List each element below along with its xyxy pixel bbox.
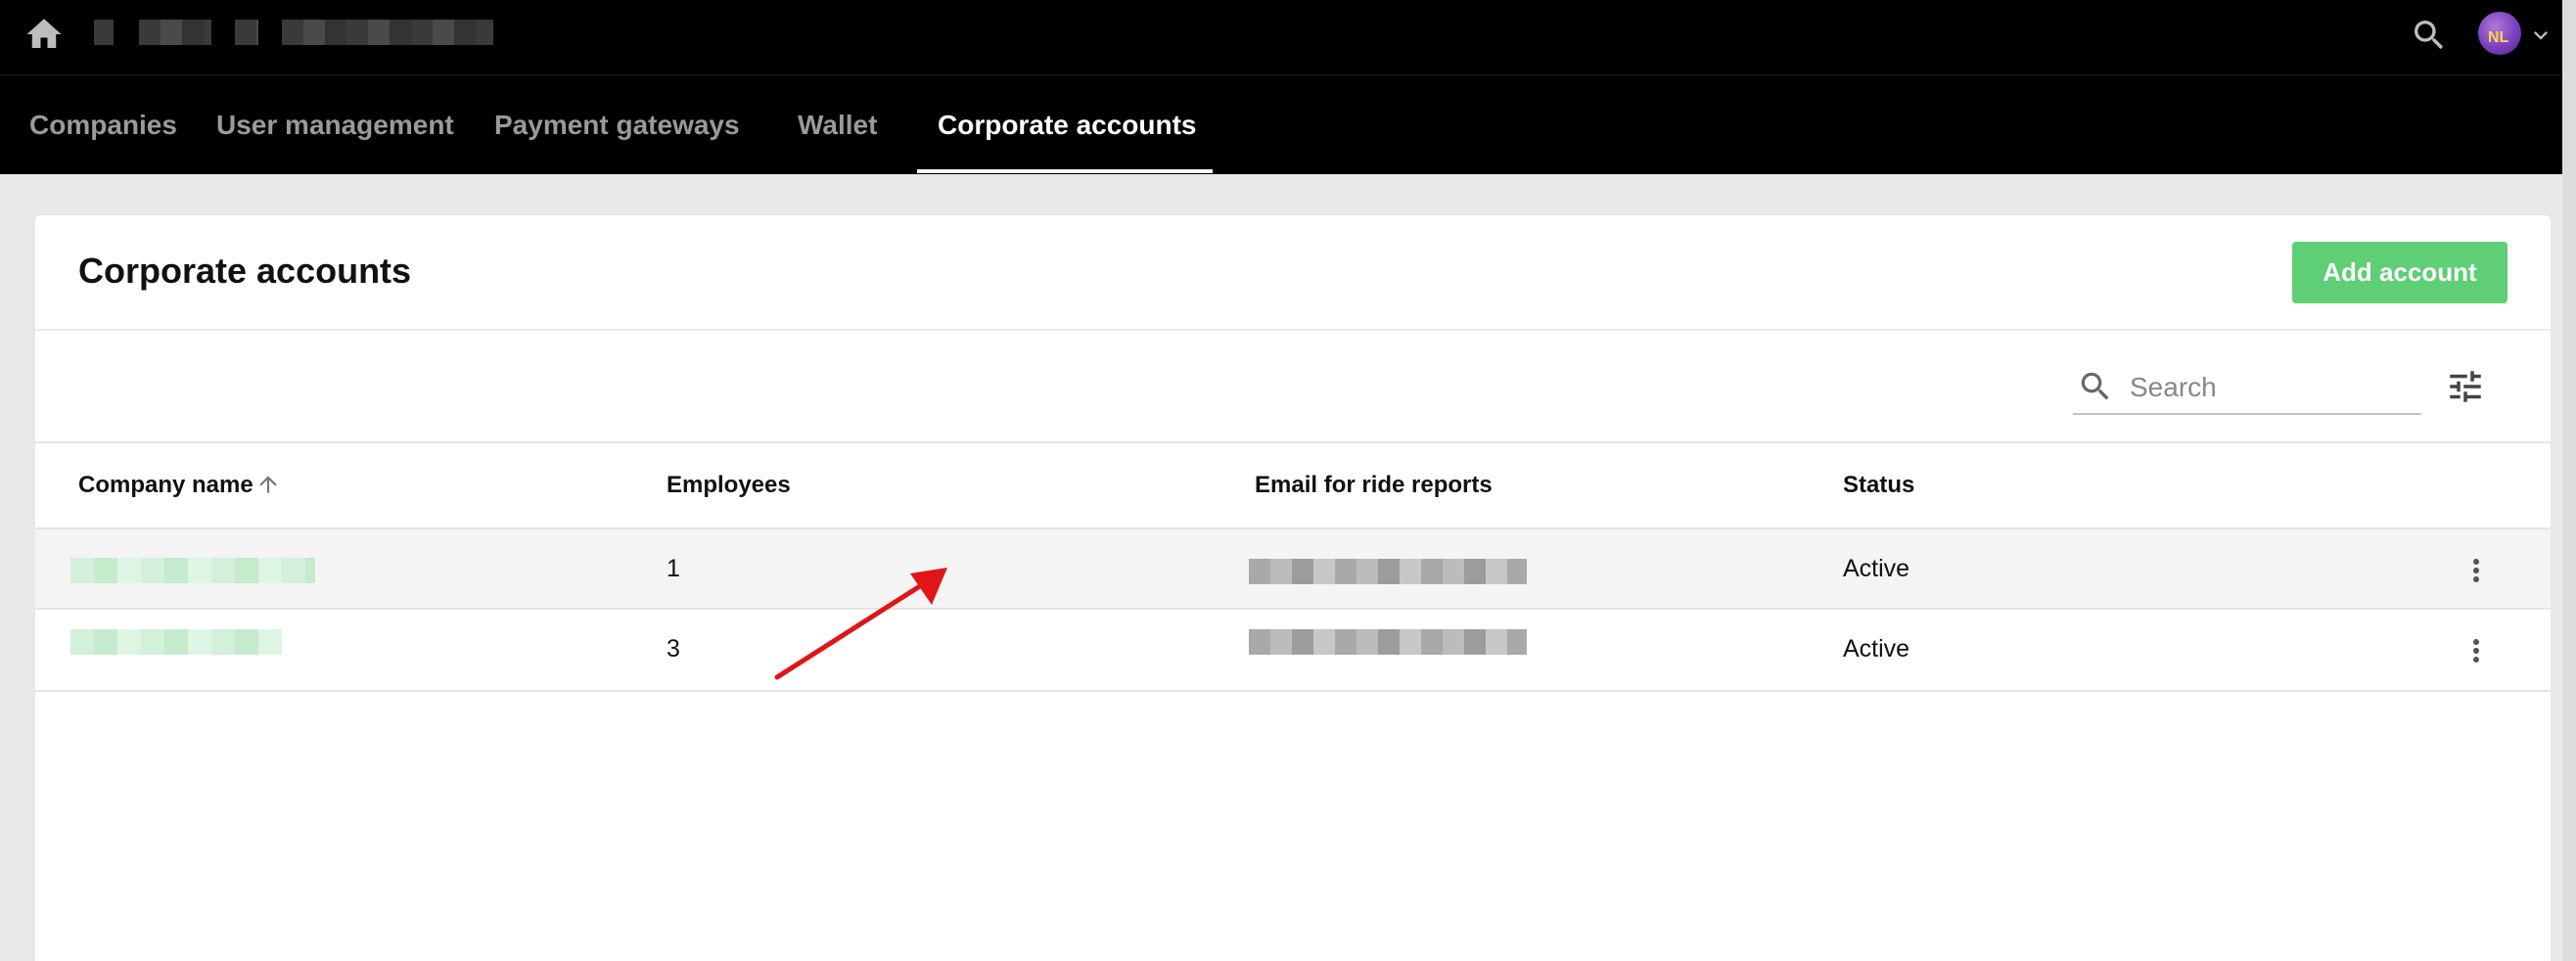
breadcrumb-redacted[interactable] [235, 20, 258, 45]
more-vert-icon[interactable] [2459, 633, 2494, 668]
breadcrumb-redacted[interactable] [94, 20, 114, 45]
tab-companies[interactable]: Companies [29, 75, 177, 174]
page-title: Corporate accounts [78, 251, 412, 291]
active-tab-indicator [917, 169, 1213, 173]
search-icon[interactable] [2410, 16, 2449, 55]
search-box [2073, 360, 2421, 415]
company-name-redacted[interactable] [70, 558, 315, 583]
tab-payment-gateways[interactable]: Payment gateways [494, 75, 740, 174]
status-cell: Active [1843, 555, 1910, 582]
email-redacted [1249, 629, 1527, 655]
search-input[interactable] [2128, 366, 2415, 409]
more-vert-icon[interactable] [2459, 553, 2494, 588]
column-header-email[interactable]: Email for ride reports [1255, 472, 1493, 499]
top-bar: NL [0, 0, 2562, 74]
nav-tabs: Companies User management Payment gatewa… [0, 74, 2562, 174]
home-icon[interactable] [23, 14, 65, 55]
avatar-initials: NL [2488, 29, 2509, 46]
divider [35, 441, 2551, 443]
divider [35, 690, 2551, 692]
employees-cell: 3 [667, 635, 680, 663]
chevron-down-icon[interactable] [2527, 22, 2554, 49]
employees-cell: 1 [667, 555, 680, 582]
tab-user-management[interactable]: User management [216, 75, 454, 174]
corporate-accounts-card: Corporate accounts Add account Company n… [35, 215, 2551, 961]
filter-icon[interactable] [2445, 366, 2486, 407]
add-account-button[interactable]: Add account [2292, 242, 2507, 303]
breadcrumb-redacted[interactable] [139, 20, 211, 45]
status-cell: Active [1843, 635, 1910, 663]
avatar[interactable]: NL [2478, 12, 2521, 55]
tab-corporate-accounts[interactable]: Corporate accounts [938, 75, 1197, 174]
tab-wallet[interactable]: Wallet [798, 75, 877, 174]
column-header-label: Company name [78, 472, 253, 498]
column-header-status[interactable]: Status [1843, 472, 1914, 499]
company-name-redacted[interactable] [70, 629, 282, 655]
scrollbar[interactable] [2562, 0, 2576, 961]
divider [35, 329, 2551, 331]
table-row[interactable]: 1 Active [35, 527, 2551, 610]
column-header-employees[interactable]: Employees [667, 472, 791, 499]
arrow-up-icon [259, 475, 277, 493]
column-header-company-name[interactable]: Company name [78, 472, 281, 499]
email-redacted [1249, 559, 1527, 584]
table-row[interactable]: 3 Active [35, 608, 2551, 690]
breadcrumb-redacted[interactable] [282, 20, 493, 45]
search-icon [2081, 372, 2109, 400]
